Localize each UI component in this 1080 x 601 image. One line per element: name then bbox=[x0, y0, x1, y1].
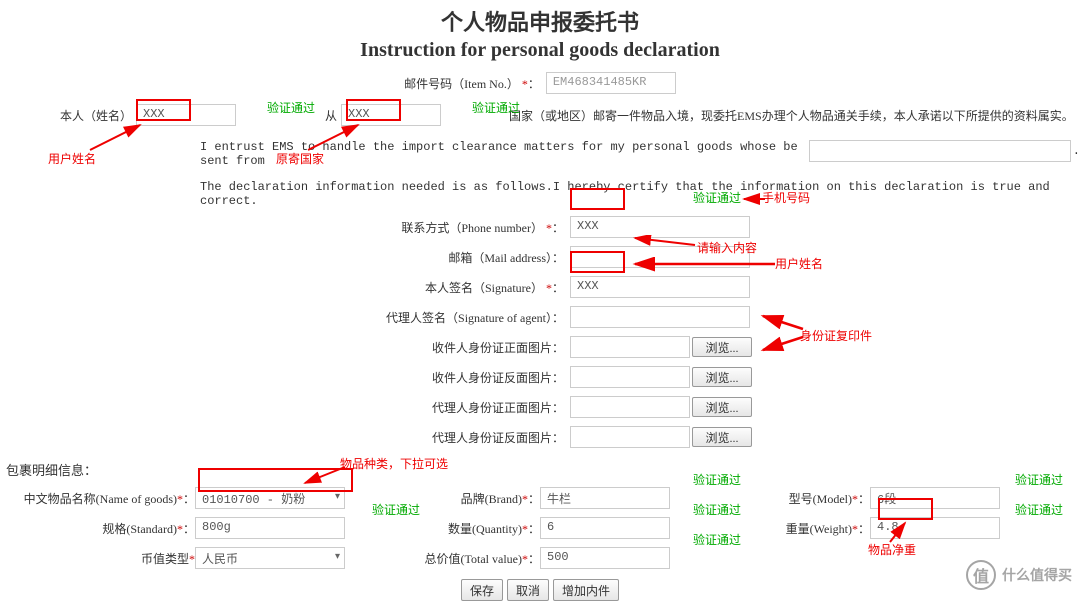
label-from: 从 bbox=[325, 107, 337, 124]
annot-net-weight: 物品净重 bbox=[868, 541, 916, 558]
page-title-en: Instruction for personal goods declarati… bbox=[0, 39, 1080, 62]
page-title-cn: 个人物品申报委托书 bbox=[0, 5, 1080, 37]
input-id-back[interactable] bbox=[570, 366, 690, 388]
label-agent-sig: 代理人签名（Signature of agent）： bbox=[0, 309, 570, 326]
label-item-no: 邮件号码（Item No.） *： bbox=[404, 75, 540, 92]
label-id-back: 收件人身份证反面图片： bbox=[0, 369, 570, 386]
label-id-front: 收件人身份证正面图片： bbox=[0, 339, 570, 356]
label-goods-name: 中文物品名称(Name of goods)*： bbox=[0, 490, 195, 507]
input-signature[interactable]: XXX bbox=[570, 276, 750, 298]
annot-user-name2: 用户姓名 bbox=[775, 255, 823, 272]
select-goods-name[interactable]: 01010700 - 奶粉 bbox=[195, 487, 345, 509]
label-agent-id-back: 代理人身份证反面图片： bbox=[0, 429, 570, 446]
input-country[interactable]: XXX bbox=[341, 104, 441, 126]
label-total: 总价值(Total value)*： bbox=[345, 550, 540, 567]
browse-id-front[interactable]: 浏览... bbox=[692, 337, 752, 357]
sentence-tail: 国家（或地区）邮寄一件物品入境，现委托EMS办理个人物品通关手续，本人承诺以下所… bbox=[509, 107, 1074, 124]
input-name[interactable]: XXX bbox=[136, 104, 236, 126]
label-name: 本人（姓名） bbox=[60, 107, 132, 124]
label-phone: 联系方式（Phone number） *： bbox=[0, 219, 570, 236]
label-signature: 本人签名（Signature） *： bbox=[0, 279, 570, 296]
save-button[interactable]: 保存 bbox=[461, 579, 503, 601]
input-country-en[interactable] bbox=[809, 140, 1071, 162]
annot-origin-country: 原寄国家 bbox=[276, 150, 324, 167]
browse-agent-id-front[interactable]: 浏览... bbox=[692, 397, 752, 417]
validate-standard: 验证通过 bbox=[372, 501, 420, 518]
input-phone[interactable]: XXX bbox=[570, 216, 750, 238]
section-header: 包裹明细信息： bbox=[6, 460, 1080, 479]
select-currency[interactable]: 人民币 bbox=[195, 547, 345, 569]
annot-id-copy: 身份证复印件 bbox=[800, 327, 872, 344]
add-item-button[interactable]: 增加内件 bbox=[553, 579, 619, 601]
english-sentence-2: The declaration information needed is as… bbox=[200, 180, 1080, 208]
input-model[interactable]: 6段 bbox=[870, 487, 1000, 509]
validate-total: 验证通过 bbox=[693, 531, 741, 548]
input-quantity[interactable]: 6 bbox=[540, 517, 670, 539]
annot-phone: 手机号码 bbox=[762, 189, 810, 206]
input-agent-id-back[interactable] bbox=[570, 426, 690, 448]
validate-name: 验证通过 bbox=[267, 99, 315, 116]
input-item-no[interactable]: EM468341485KR bbox=[546, 72, 676, 94]
validate-model: 验证通过 bbox=[1015, 471, 1063, 488]
validate-phone: 验证通过 bbox=[693, 189, 741, 206]
annot-user-name: 用户姓名 bbox=[48, 150, 96, 167]
label-agent-id-front: 代理人身份证正面图片： bbox=[0, 399, 570, 416]
label-mail: 邮箱（Mail address）： bbox=[0, 249, 570, 266]
validate-brand: 验证通过 bbox=[693, 471, 741, 488]
input-weight[interactable]: 4.8 bbox=[870, 517, 1000, 539]
input-brand[interactable]: 牛栏 bbox=[540, 487, 670, 509]
input-standard[interactable]: 800g bbox=[195, 517, 345, 539]
label-standard: 规格(Standard)*： bbox=[0, 520, 195, 537]
browse-id-back[interactable]: 浏览... bbox=[692, 367, 752, 387]
label-quantity: 数量(Quantity)*： bbox=[345, 520, 540, 537]
label-currency: 币值类型* bbox=[0, 550, 195, 567]
input-agent-sig[interactable] bbox=[570, 306, 750, 328]
validate-country: 验证通过 bbox=[472, 99, 520, 116]
cancel-button[interactable]: 取消 bbox=[507, 579, 549, 601]
input-total[interactable]: 500 bbox=[540, 547, 670, 569]
watermark: 值 什么值得买 bbox=[966, 560, 1072, 590]
annot-goods-category: 物品种类，下拉可选 bbox=[340, 455, 448, 472]
input-agent-id-front[interactable] bbox=[570, 396, 690, 418]
watermark-text: 什么值得买 bbox=[1002, 565, 1072, 585]
validate-weight: 验证通过 bbox=[1015, 501, 1063, 518]
browse-agent-id-back[interactable]: 浏览... bbox=[692, 427, 752, 447]
watermark-logo: 值 bbox=[966, 560, 996, 590]
annot-please-input: 请输入内容 bbox=[697, 239, 757, 256]
validate-quantity: 验证通过 bbox=[693, 501, 741, 518]
input-id-front[interactable] bbox=[570, 336, 690, 358]
